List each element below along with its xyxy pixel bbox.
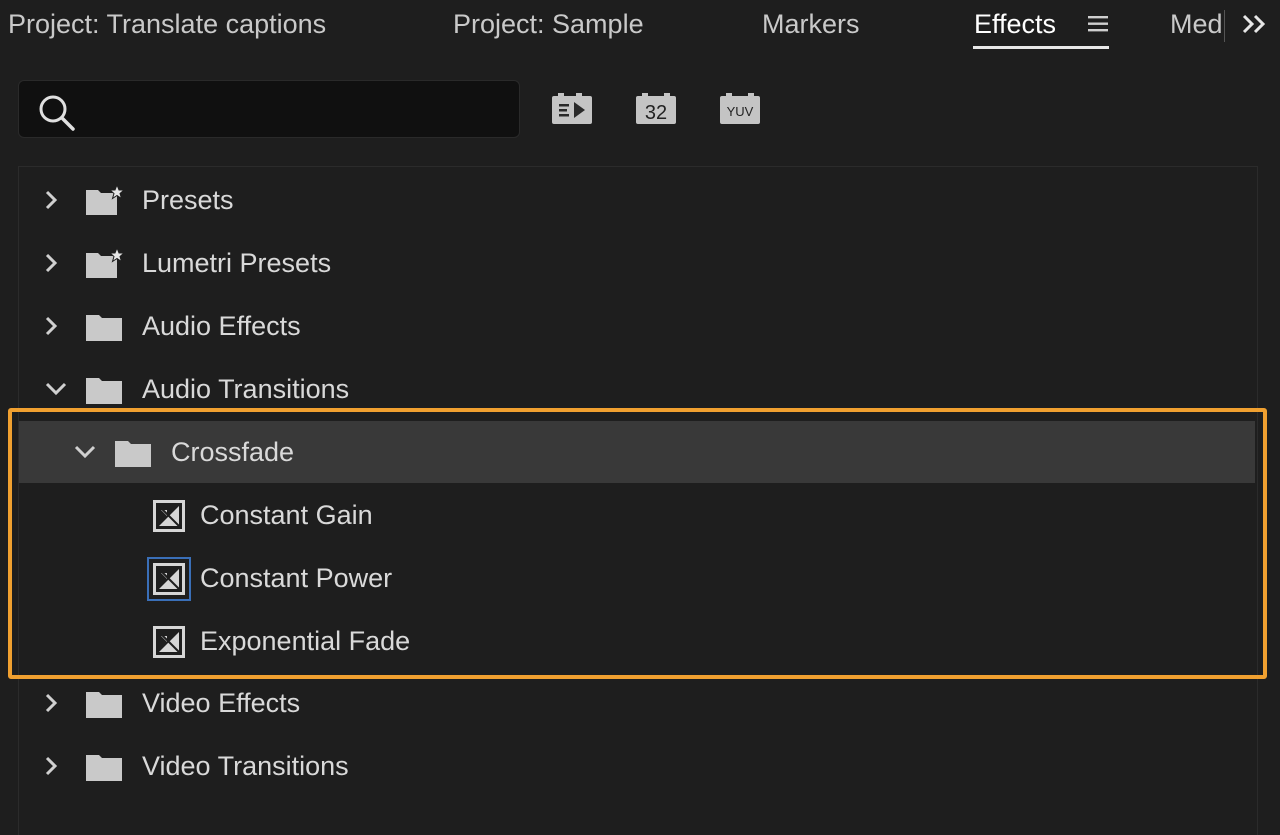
audio-transition-icon <box>147 557 191 601</box>
tree-item-video-transitions[interactable]: Video Transitions <box>19 735 1255 797</box>
tree-item-label: Constant Power <box>200 563 393 593</box>
chevron-down-icon[interactable] <box>43 376 69 402</box>
tree-item-presets[interactable]: Presets <box>19 169 1255 231</box>
tree-item-label: Video Effects <box>142 688 301 718</box>
tree-item-label: Audio Effects <box>142 311 301 341</box>
tree-item-constant-power[interactable]: Constant Power <box>19 547 1255 609</box>
audio-transition-icon <box>153 626 185 658</box>
preset-folder-icon <box>86 184 126 215</box>
tree-item-crossfade[interactable]: Crossfade <box>19 421 1255 483</box>
search-input[interactable] <box>89 91 509 129</box>
tree-item-label: Crossfade <box>171 437 295 467</box>
tab-separator <box>1224 10 1225 42</box>
tab-media-clipped[interactable]: Med <box>1168 0 1224 50</box>
tree-item-audio-effects[interactable]: Audio Effects <box>19 295 1255 357</box>
chevron-right-icon[interactable] <box>39 753 65 779</box>
tree-item-constant-gain[interactable]: Constant Gain <box>19 484 1255 546</box>
accelerated-effects-icon[interactable] <box>550 92 594 128</box>
audio-transition-icon <box>153 500 185 532</box>
search-box[interactable] <box>18 80 520 138</box>
32-bit-label: 32 <box>645 102 667 124</box>
double-chevron-right-icon[interactable] <box>1238 8 1272 40</box>
tree-item-video-effects[interactable]: Video Effects <box>19 672 1255 734</box>
folder-icon <box>86 378 122 404</box>
tree-item-label: Lumetri Presets <box>142 248 332 278</box>
tab-project-translate-captions[interactable]: Project: Translate captions <box>8 0 326 50</box>
chevron-right-icon[interactable] <box>39 313 65 339</box>
tree-item-label: Constant Gain <box>200 500 373 530</box>
tab-media-label: Med <box>1170 9 1223 39</box>
yuv-label: YUV <box>727 104 754 119</box>
tree-item-exponential-fade[interactable]: Exponential Fade <box>19 610 1255 672</box>
active-tab-underline <box>973 46 1109 49</box>
folder-icon <box>115 441 151 467</box>
tree-item-lumetri-presets[interactable]: Lumetri Presets <box>19 232 1255 294</box>
preset-folder-icon <box>86 247 126 278</box>
chevron-right-icon[interactable] <box>39 250 65 276</box>
32-bit-color-icon[interactable]: 32 <box>634 92 678 128</box>
tab-markers[interactable]: Markers <box>762 0 860 50</box>
folder-icon <box>86 692 122 718</box>
folder-icon <box>86 315 122 341</box>
tab-effects[interactable]: Effects <box>974 0 1056 50</box>
chevron-right-icon[interactable] <box>39 690 65 716</box>
tree-item-audio-transitions[interactable]: Audio Transitions <box>19 358 1255 420</box>
tree-item-label: Presets <box>142 185 234 215</box>
panel-tab-bar: Project: Translate captions Project: Sam… <box>0 0 1280 56</box>
chevron-right-icon[interactable] <box>39 187 65 213</box>
search-icon <box>39 95 75 131</box>
tab-project-sample[interactable]: Project: Sample <box>453 0 644 50</box>
tree-item-label: Audio Transitions <box>142 374 350 404</box>
tree-item-label: Exponential Fade <box>200 626 411 656</box>
chevron-down-icon[interactable] <box>72 439 98 465</box>
folder-icon <box>86 755 122 781</box>
hamburger-menu-icon[interactable] <box>1086 10 1112 38</box>
tree-item-label: Video Transitions <box>142 751 349 781</box>
yuv-effects-icon[interactable]: YUV <box>718 92 762 128</box>
